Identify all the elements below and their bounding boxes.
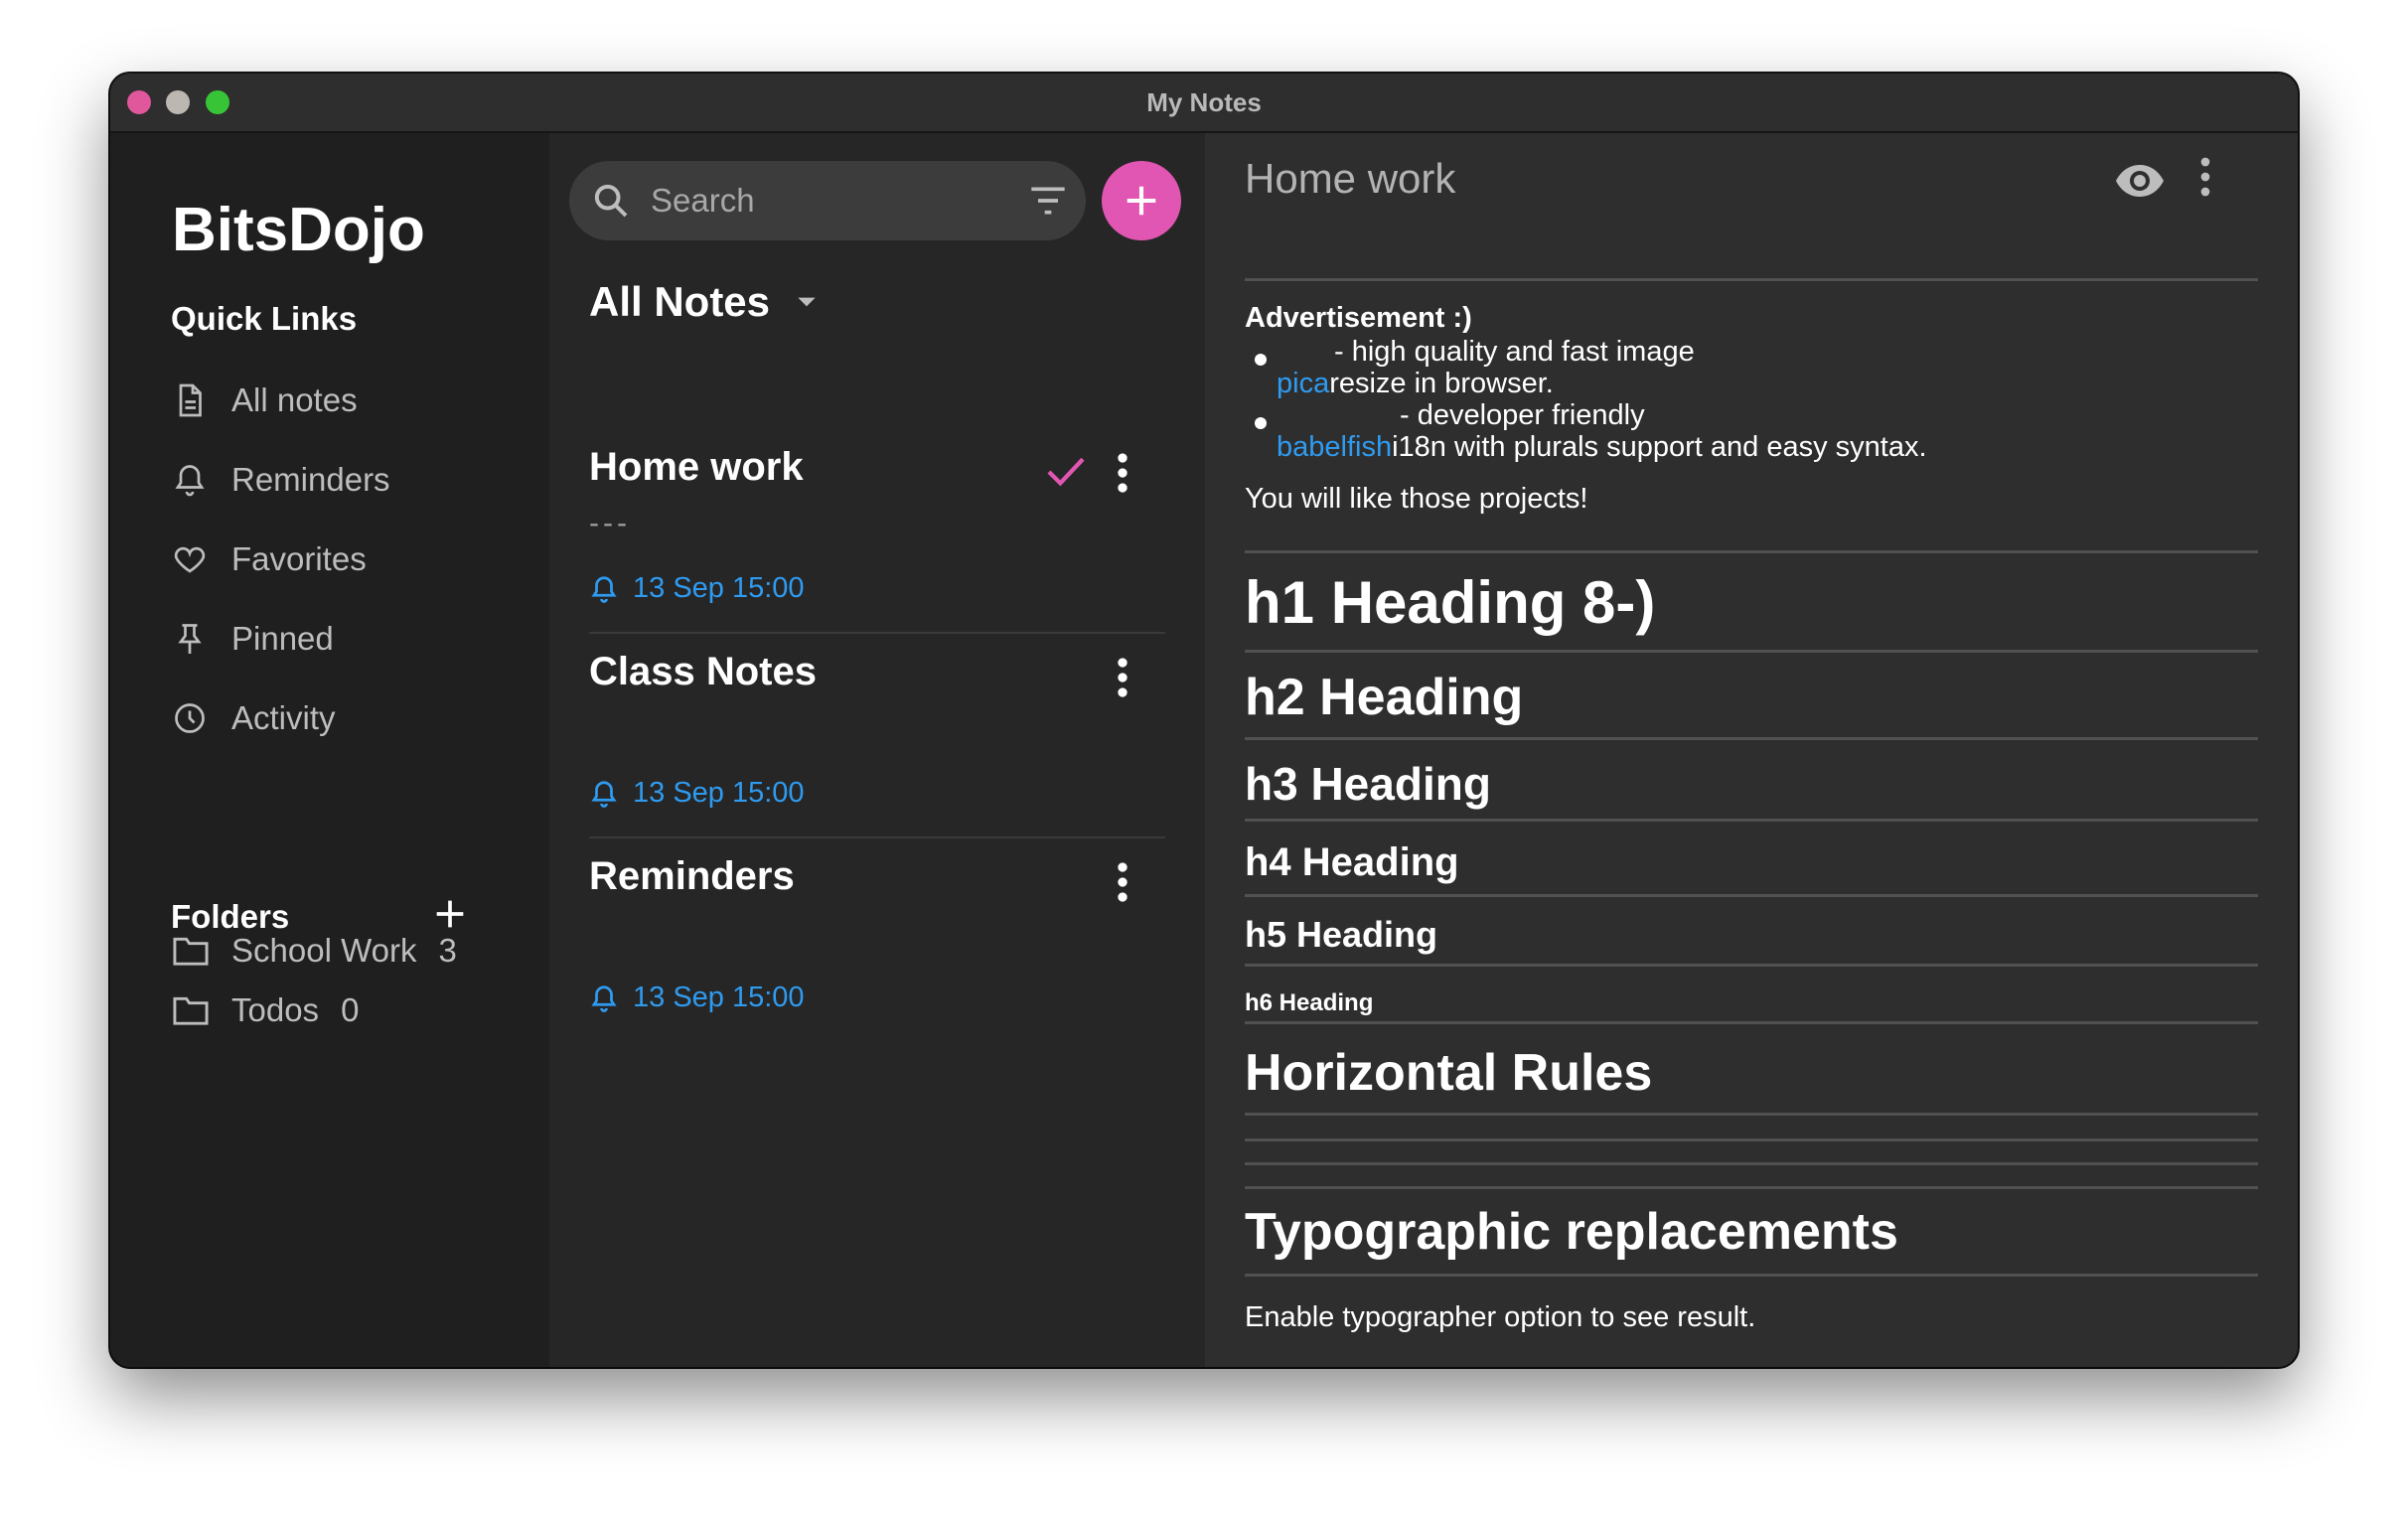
heading-underline: [1245, 819, 2258, 822]
sidebar: BitsDojo Quick Links All notes Reminders…: [110, 133, 549, 1367]
heading-underline: [1245, 894, 2258, 897]
note-title: Class Notes: [589, 650, 817, 693]
sidebar-item-label: Favorites: [231, 540, 367, 577]
pin-icon: [178, 624, 202, 654]
app-window: My Notes BitsDojo Quick Links All notes …: [110, 74, 2298, 1367]
typographic-heading: Typographic replacements: [1245, 1203, 1898, 1261]
title-bar: My Notes: [110, 74, 2298, 133]
heading-underline: [1245, 1021, 2258, 1024]
note-item-class-notes[interactable]: Class Notes 13 Sep 15:00: [589, 634, 1165, 833]
bullet-line: - high quality and fast image: [1334, 336, 1695, 369]
add-note-button[interactable]: [1102, 161, 1181, 240]
bullet: [1255, 354, 1267, 366]
note-editor: Home work Advertisement :) - high qualit…: [1205, 133, 2298, 1367]
sidebar-item-label: Activity: [231, 699, 336, 736]
bullet: [1255, 417, 1267, 429]
document-icon: [179, 383, 202, 417]
sidebar-item-pinned[interactable]: Pinned: [172, 614, 510, 664]
babelfish-link[interactable]: babelfish: [1277, 431, 1392, 463]
title-separator: [1245, 278, 2258, 281]
folder-item-school-work[interactable]: School Work 3: [172, 926, 457, 976]
h1-heading: h1 Heading 8-): [1245, 569, 1656, 636]
h5-heading: h5 Heading: [1245, 914, 1438, 955]
note-date: 13 Sep 15:00: [633, 572, 805, 604]
bell-icon: [175, 465, 205, 497]
heading-underline: [1245, 1274, 2258, 1277]
folder-label: Todos: [231, 991, 320, 1028]
note-title: Home work: [589, 445, 804, 489]
folder-item-todos[interactable]: Todos 0: [172, 985, 359, 1035]
search-icon: [594, 184, 628, 218]
sidebar-item-favorites[interactable]: Favorites: [172, 534, 510, 584]
more-vertical-icon[interactable]: [1116, 862, 1129, 902]
typographic-text: Enable typographer option to see result.: [1245, 1301, 1756, 1333]
search-input[interactable]: [649, 181, 1010, 221]
note-date: 13 Sep 15:00: [633, 777, 805, 809]
plus-icon: [1127, 186, 1156, 216]
bullet-text: - developer friendly: [1400, 399, 1645, 431]
brand-title: BitsDojo: [172, 196, 425, 264]
note-list-title: All Notes: [589, 278, 771, 325]
bullet-line: - developer friendly: [1400, 399, 1645, 432]
advert-heading: Advertisement :): [1245, 302, 1472, 334]
note-title: Reminders: [589, 854, 795, 898]
note-item-home-work[interactable]: Home work --- 13 Sep 15:00: [589, 429, 1165, 628]
sidebar-item-activity[interactable]: Activity: [172, 693, 510, 743]
heart-icon: [174, 546, 206, 573]
eye-icon[interactable]: [2114, 161, 2166, 201]
check-icon: [1047, 457, 1085, 487]
note-item-reminders[interactable]: Reminders 13 Sep 15:00: [589, 838, 1165, 1037]
heading-underline: [1245, 650, 2258, 653]
sidebar-item-all-notes[interactable]: All notes: [172, 376, 510, 425]
hr: [1245, 1162, 2258, 1165]
folder-icon: [173, 996, 209, 1025]
sidebar-item-reminders[interactable]: Reminders: [172, 455, 510, 505]
filter-icon[interactable]: [1028, 183, 1068, 219]
more-vertical-icon[interactable]: [1116, 658, 1129, 697]
hr: [1245, 1186, 2258, 1189]
note-date: 13 Sep 15:00: [633, 982, 805, 1013]
note-reminder: 13 Sep 15:00: [589, 777, 805, 810]
note-list-filter[interactable]: All Notes: [589, 278, 820, 326]
clock-icon: [175, 703, 205, 733]
bell-icon: [591, 780, 617, 808]
folder-count: 0: [341, 991, 360, 1028]
folder-label: School Work: [231, 932, 417, 969]
bullet-line: babelfishi18n with plurals support and e…: [1277, 431, 1927, 464]
heading-underline: [1245, 964, 2258, 967]
sidebar-item-label: All notes: [231, 381, 358, 418]
bell-icon: [591, 984, 617, 1012]
h3-heading: h3 Heading: [1245, 758, 1491, 810]
bullet-text: resize in browser.: [1329, 368, 1554, 399]
bullet-line: picaresize in browser.: [1277, 368, 1554, 400]
chevron-down-icon: [798, 297, 816, 307]
window-title: My Notes: [1146, 87, 1262, 117]
folder-count: 3: [438, 932, 457, 969]
more-vertical-icon[interactable]: [1116, 453, 1129, 493]
note-reminder: 13 Sep 15:00: [589, 982, 805, 1014]
folder-icon: [173, 937, 209, 966]
bell-icon: [591, 575, 617, 603]
advert-footer: You will like those projects!: [1245, 483, 1588, 515]
heading-underline: [1245, 1113, 2258, 1116]
bullet-text: i18n with plurals support and easy synta…: [1392, 431, 1927, 463]
note-preview: ---: [589, 507, 631, 539]
hr: [1245, 550, 2258, 553]
quick-links-heading: Quick Links: [171, 300, 358, 337]
pica-link[interactable]: pica: [1277, 368, 1329, 399]
horizontal-rules-heading: Horizontal Rules: [1245, 1044, 1653, 1102]
note-title-field[interactable]: Home work: [1245, 155, 1455, 203]
h4-heading: h4 Heading: [1245, 840, 1459, 884]
sidebar-item-label: Pinned: [231, 620, 334, 657]
note-reminder: 13 Sep 15:00: [589, 572, 805, 605]
bullet-text: - high quality and fast image: [1334, 336, 1695, 368]
sidebar-item-label: Reminders: [231, 461, 390, 498]
more-vertical-icon[interactable]: [2198, 157, 2212, 197]
h6-heading: h6 Heading: [1245, 989, 1374, 1016]
notes-list-pane: All Notes Home work --- 13 Sep 15:00 Cla…: [549, 133, 1205, 1367]
search-bar[interactable]: [569, 161, 1086, 240]
hr: [1245, 1138, 2258, 1141]
heading-underline: [1245, 737, 2258, 740]
h2-heading: h2 Heading: [1245, 669, 1524, 726]
